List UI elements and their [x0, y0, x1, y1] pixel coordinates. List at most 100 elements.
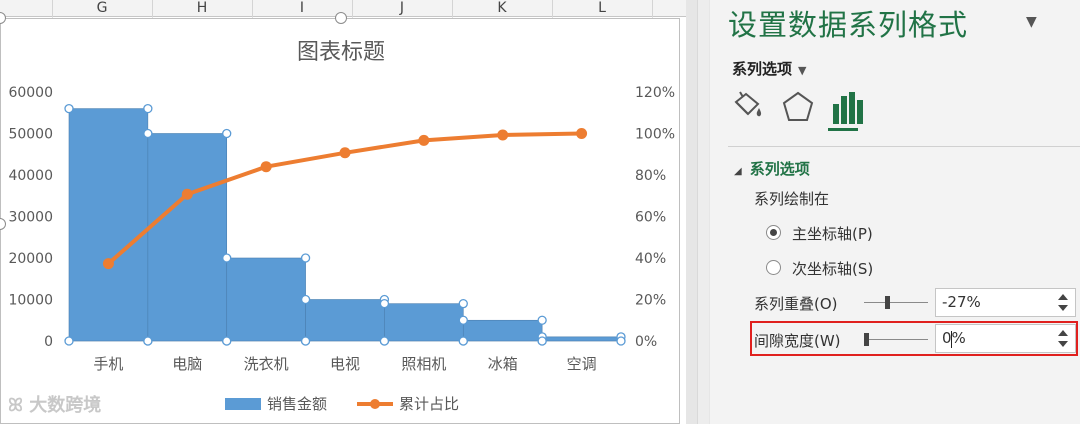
series-overlap-spinbox[interactable]: -27%	[935, 288, 1076, 317]
y2-tick-label: 40%	[635, 251, 666, 267]
gap-width-highlight-box	[750, 321, 1078, 356]
column-divider[interactable]	[652, 0, 653, 17]
column-header-H[interactable]: H	[152, 0, 252, 17]
chart-title: 图表标题	[297, 40, 385, 65]
section-title: 系列选项	[749, 160, 810, 178]
bar-冰箱[interactable]	[462, 319, 543, 342]
column-header-J[interactable]: J	[352, 0, 452, 17]
fill-bucket-icon[interactable]	[730, 90, 766, 126]
y2-tick-label: 100%	[635, 127, 675, 143]
x-tick-label: 照相机	[401, 355, 446, 373]
legend-marker-line	[370, 399, 380, 409]
bar-selection-handle[interactable]	[143, 128, 153, 139]
pentagon-effects-icon[interactable]	[780, 90, 816, 126]
bar-selection-handle[interactable]	[64, 336, 74, 346]
bar-照相机[interactable]	[384, 303, 464, 342]
y-tick-label: 50000	[8, 127, 53, 143]
cumulative-point-洗衣机[interactable]	[260, 161, 272, 173]
bar-selection-handle[interactable]	[64, 103, 74, 114]
series-overlap-slider-thumb[interactable]	[885, 296, 890, 309]
primary-axis-radio[interactable]	[766, 225, 781, 240]
cumulative-point-电脑[interactable]	[181, 188, 193, 200]
bar-selection-handle[interactable]	[222, 336, 232, 346]
legend-label-bars: 销售金额	[267, 395, 327, 413]
series-overlap-value[interactable]: -27%	[942, 293, 981, 311]
collapse-triangle-icon: ◢	[734, 166, 742, 177]
bar-selection-handle[interactable]	[379, 298, 390, 309]
bar-电脑[interactable]	[147, 133, 228, 342]
y2-tick-label: 60%	[635, 210, 666, 226]
bar-selection-handle[interactable]	[222, 128, 232, 139]
x-tick-label: 手机	[93, 355, 123, 373]
cumulative-point-空调[interactable]	[576, 128, 588, 139]
x-tick-label: 电脑	[172, 355, 202, 373]
bar-selection-handle[interactable]	[222, 253, 232, 263]
pane-title: 设置数据系列格式	[728, 8, 969, 42]
y-tick-label: 60000	[8, 85, 53, 101]
cumulative-point-电视[interactable]	[339, 147, 351, 159]
text-cursor	[951, 331, 952, 348]
chart[interactable]: 图表标题 0 10000 20000 30000 40000 50000 60000 0% 20%…	[0, 18, 680, 424]
column-header-K[interactable]: K	[452, 0, 552, 17]
series-overlap-slider-track[interactable]	[864, 302, 928, 303]
watermark-text: 大数跨境	[29, 395, 102, 416]
bar-selection-handle[interactable]	[458, 298, 468, 309]
x-tick-label: 洗衣机	[244, 355, 289, 373]
chart-svg[interactable]: 图表标题 0 10000 20000 30000 40000 50000 60000 0% 20%…	[1, 19, 681, 424]
y-tick-label: 10000	[8, 293, 53, 309]
y-tick-label: 20000	[8, 251, 53, 267]
bar-selection-handle[interactable]	[537, 315, 547, 325]
chevron-down-icon: ▼	[798, 64, 807, 77]
bar-selection-handle[interactable]	[379, 336, 390, 346]
y-tick-label: 40000	[8, 168, 53, 184]
cumulative-point-手机[interactable]	[102, 258, 114, 270]
active-tab-indicator	[828, 128, 858, 131]
bar-空调[interactable]	[541, 336, 622, 342]
column-header-G[interactable]: G	[52, 0, 152, 17]
chart-resize-handle-top[interactable]	[335, 12, 347, 24]
y2-tick-label: 120%	[635, 85, 675, 101]
bar-chart-options-icon[interactable]	[830, 90, 866, 126]
spin-up-icon[interactable]	[1058, 294, 1068, 300]
series-overlap-label: 系列重叠(O)	[754, 295, 838, 313]
series-options-dropdown[interactable]: 系列选项 ▼	[732, 58, 806, 79]
y2-tick-label: 80%	[635, 168, 666, 184]
plot-series-on-label: 系列绘制在	[754, 190, 830, 208]
pane-scrollbar[interactable]	[697, 0, 709, 424]
column-header-L[interactable]: L	[552, 0, 652, 17]
bar-selection-handle[interactable]	[458, 315, 468, 325]
format-data-series-pane: 设置数据系列格式 ▼ 系列选项 ▼ ◢ 系列选项 系列绘制在 主坐标轴(P) 次坐标…	[710, 0, 1080, 424]
spin-down-icon[interactable]	[1058, 305, 1068, 311]
y2-tick-label: 20%	[635, 293, 666, 309]
y-tick-label: 0	[44, 334, 53, 350]
series-options-section[interactable]: ◢ 系列选项	[734, 158, 810, 179]
bar-selection-handle[interactable]	[537, 336, 547, 346]
legend-label-line: 累计占比	[399, 395, 459, 413]
legend-swatch-bars	[225, 398, 261, 410]
x-tick-label: 冰箱	[488, 355, 518, 373]
pane-divider	[728, 146, 1080, 147]
bar-selection-handle[interactable]	[143, 336, 153, 346]
primary-axis-label[interactable]: 主坐标轴(P)	[792, 223, 873, 244]
bar-selection-handle[interactable]	[143, 103, 153, 114]
cumulative-point-照相机[interactable]	[418, 134, 430, 146]
bar-selection-handle[interactable]	[616, 336, 626, 346]
secondary-axis-radio[interactable]	[766, 260, 781, 275]
x-tick-label: 电视	[330, 355, 360, 373]
cumulative-point-冰箱[interactable]	[497, 129, 509, 141]
bar-电视[interactable]	[305, 299, 385, 342]
spreadsheet-area[interactable]: GHIJKL 图表标题 0 10000 20000 30000 40000 50000 600…	[0, 0, 686, 424]
bar-洗衣机[interactable]	[226, 257, 306, 342]
watermark-logo-icon: ꕤ	[8, 395, 23, 416]
watermark: ꕤ 大数跨境	[8, 391, 101, 417]
bar-selection-handle[interactable]	[300, 294, 311, 305]
series-options-dropdown-label: 系列选项	[732, 60, 793, 78]
bar-selection-handle[interactable]	[300, 336, 311, 346]
y2-tick-label: 0%	[635, 334, 657, 350]
bar-selection-handle[interactable]	[300, 253, 311, 263]
y-tick-label: 30000	[8, 210, 53, 226]
bar-手机[interactable]	[68, 108, 149, 342]
pane-options-dropdown-icon[interactable]: ▼	[1026, 14, 1037, 30]
secondary-axis-label[interactable]: 次坐标轴(S)	[792, 258, 873, 279]
bar-selection-handle[interactable]	[458, 336, 468, 346]
